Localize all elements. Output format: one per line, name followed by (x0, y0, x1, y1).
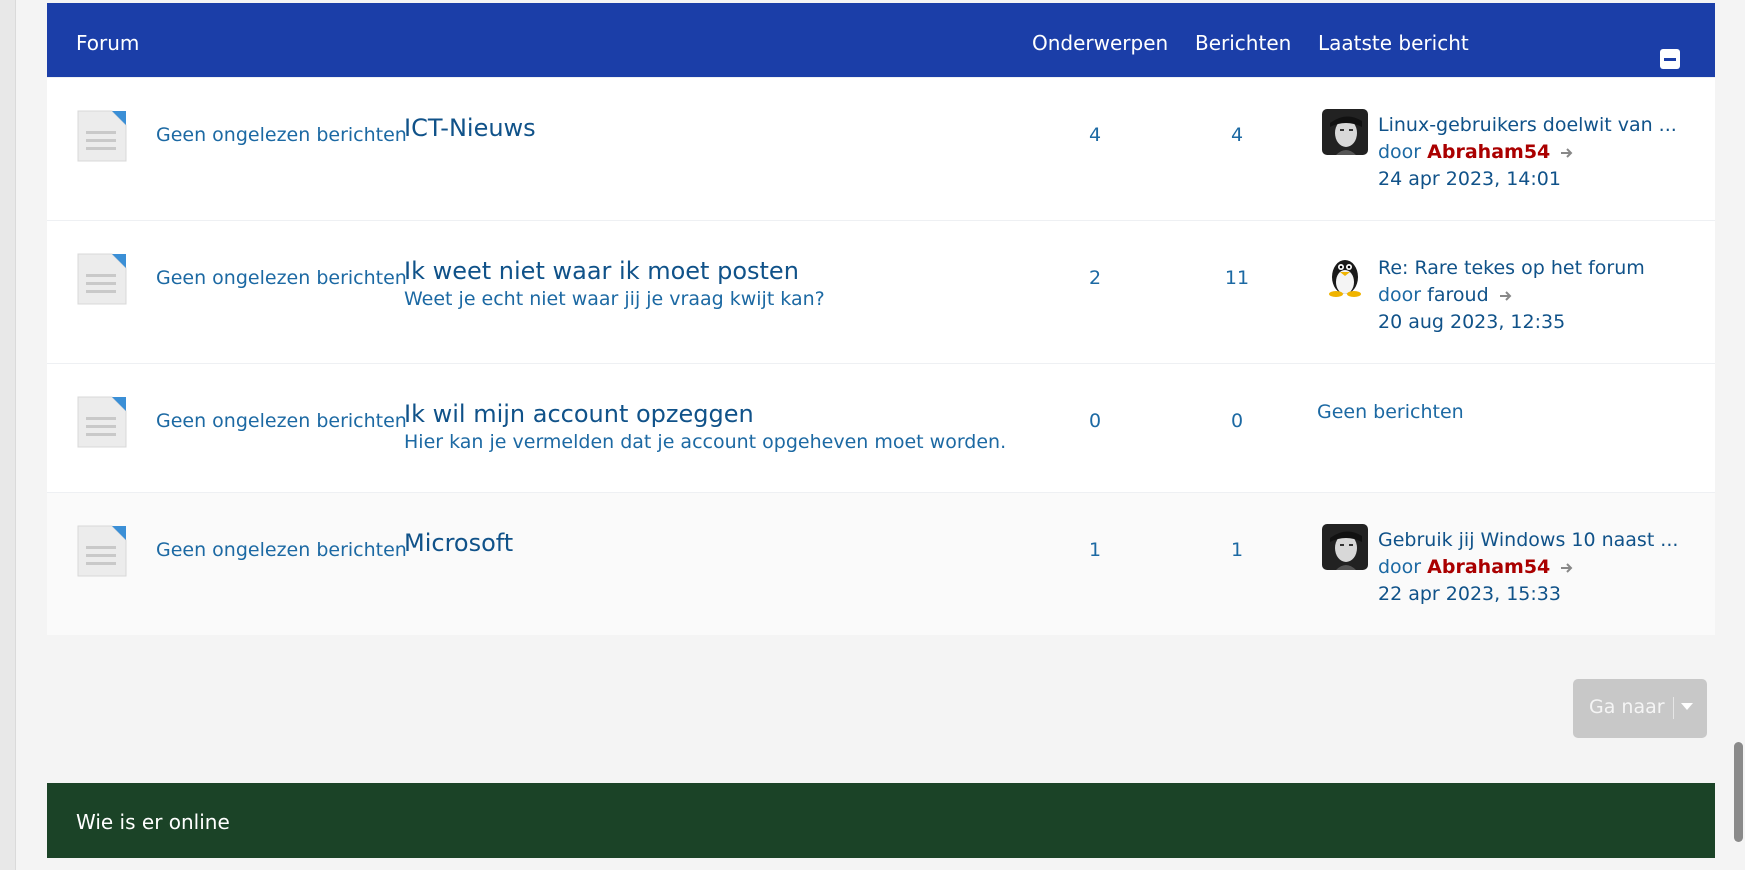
no-posts-label: Geen berichten (1317, 401, 1464, 423)
forum-title-link[interactable]: Microsoft (404, 529, 513, 557)
arrow-right-icon[interactable] (1560, 147, 1574, 159)
forum-description: Weet je echt niet waar jij je vraag kwij… (404, 288, 825, 310)
last-post-title-link[interactable]: Re: Rare tekes op het forum (1378, 257, 1645, 279)
unread-status-label: Geen ongelezen berichten (156, 410, 407, 432)
who-is-online-header: Wie is er online (47, 783, 1715, 858)
forum-row-ict-nieuws: Geen ongelezen berichten ICT-Nieuws 4 4 … (47, 77, 1715, 220)
author-link[interactable]: faroud (1427, 284, 1488, 306)
last-post-title-link[interactable]: Gebruik jij Windows 10 naast ... (1378, 529, 1678, 551)
unread-status-label: Geen ongelezen berichten (156, 539, 407, 561)
last-post-byline: door Abraham54 (1378, 556, 1574, 578)
topics-count: 0 (1088, 410, 1102, 432)
forum-row-waar-posten: Geen ongelezen berichten Ik weet niet wa… (47, 220, 1715, 363)
header-posts: Berichten (1195, 31, 1292, 55)
who-is-online-title: Wie is er online (76, 810, 230, 834)
author-link[interactable]: Abraham54 (1427, 556, 1550, 578)
last-post-date[interactable]: 20 aug 2023, 12:35 (1378, 311, 1565, 333)
forum-row-microsoft: Geen ongelezen berichten Microsoft 1 1 G… (47, 492, 1715, 635)
forum-read-icon (77, 525, 127, 577)
forum-list: Forum Onderwerpen Berichten Laatste beri… (47, 3, 1715, 635)
byline-prefix: door (1378, 556, 1422, 578)
forum-read-icon (77, 396, 127, 448)
user-avatar[interactable] (1322, 252, 1368, 298)
author-link[interactable]: Abraham54 (1427, 141, 1550, 163)
posts-count: 11 (1224, 267, 1250, 289)
last-post-byline: door Abraham54 (1378, 141, 1574, 163)
forum-row-account-opzeggen: Geen ongelezen berichten Ik wil mijn acc… (47, 363, 1715, 492)
forum-title-link[interactable]: Ik weet niet waar ik moet posten (404, 257, 799, 285)
unread-status-label: Geen ongelezen berichten (156, 267, 407, 289)
last-post-date[interactable]: 24 apr 2023, 14:01 (1378, 168, 1561, 190)
collapse-minus-icon[interactable] (1660, 49, 1680, 69)
topics-count: 2 (1088, 267, 1102, 289)
user-avatar[interactable] (1322, 524, 1368, 570)
last-post-date[interactable]: 22 apr 2023, 15:33 (1378, 583, 1561, 605)
header-forum: Forum (76, 31, 140, 55)
posts-count: 1 (1230, 539, 1244, 561)
forum-read-icon (77, 110, 127, 162)
topics-count: 4 (1088, 124, 1102, 146)
arrow-right-icon[interactable] (1499, 290, 1513, 302)
topics-count: 1 (1088, 539, 1102, 561)
forum-title-link[interactable]: Ik wil mijn account opzeggen (404, 400, 754, 428)
forum-description: Hier kan je vermelden dat je account opg… (404, 431, 1007, 453)
posts-count: 4 (1230, 124, 1244, 146)
user-avatar[interactable] (1322, 109, 1368, 155)
last-post-byline: door faroud (1378, 284, 1513, 306)
jumpbox-button[interactable]: Ga naar (1573, 679, 1707, 738)
byline-prefix: door (1378, 141, 1422, 163)
byline-prefix: door (1378, 284, 1422, 306)
jumpbox-label: Ga naar (1589, 696, 1665, 718)
jumpbox-divider (1673, 697, 1674, 719)
header-topics: Onderwerpen (1032, 31, 1169, 55)
header-last-post: Laatste bericht (1318, 31, 1469, 55)
arrow-right-icon[interactable] (1560, 562, 1574, 574)
forum-title-link[interactable]: ICT-Nieuws (404, 114, 536, 142)
forum-read-icon (77, 253, 127, 305)
scrollbar-thumb[interactable] (1734, 742, 1743, 842)
caret-down-icon (1681, 703, 1693, 710)
left-edge (0, 0, 16, 870)
posts-count: 0 (1230, 410, 1244, 432)
scrollbar[interactable] (1731, 0, 1745, 870)
unread-status-label: Geen ongelezen berichten (156, 124, 407, 146)
last-post-title-link[interactable]: Linux-gebruikers doelwit van ... (1378, 114, 1677, 136)
forum-list-header: Forum Onderwerpen Berichten Laatste beri… (47, 3, 1715, 77)
